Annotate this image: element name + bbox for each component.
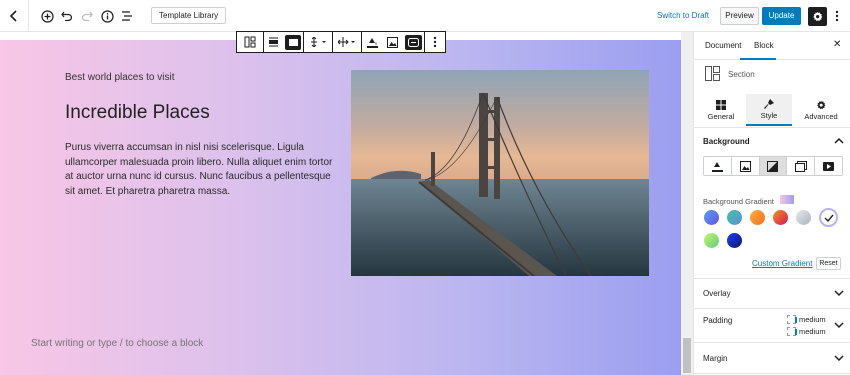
section-paragraph[interactable]: Purus viverra accumsan in nisl nisi scel… xyxy=(65,141,340,199)
margin-panel-title[interactable]: Margin xyxy=(703,354,727,363)
section-block-icon xyxy=(705,66,720,81)
switch-to-draft-link[interactable]: Switch to Draft xyxy=(657,11,709,20)
reset-button[interactable]: Reset xyxy=(816,257,841,270)
preview-button[interactable]: Preview xyxy=(720,7,759,25)
gear-icon xyxy=(813,11,823,22)
gradient-swatch-green[interactable] xyxy=(704,233,719,248)
gradient-swatch-silver[interactable] xyxy=(796,210,811,225)
block-more-options-icon[interactable] xyxy=(425,32,445,52)
vertical-align-icon[interactable] xyxy=(304,32,332,52)
divider xyxy=(694,308,850,309)
close-icon[interactable]: ✕ xyxy=(833,39,841,50)
general-icon xyxy=(716,99,726,110)
padding-panel-title[interactable]: Padding xyxy=(703,316,732,325)
subtab-advanced-label: Advanced xyxy=(804,111,838,121)
background-video-icon[interactable] xyxy=(815,157,842,175)
back-chevron-icon[interactable] xyxy=(4,6,24,26)
padding-top-label: medium xyxy=(799,315,826,324)
sidebar-tabs: Document Block ✕ xyxy=(694,32,850,60)
canvas-scrollbar[interactable] xyxy=(681,32,693,375)
tab-document[interactable]: Document xyxy=(705,41,741,50)
background-parallax-icon[interactable] xyxy=(787,157,816,175)
chevron-down-icon[interactable] xyxy=(834,288,844,298)
template-library-button[interactable]: Template Library xyxy=(151,7,227,24)
padding-top-icon xyxy=(787,315,797,324)
undo-icon[interactable] xyxy=(57,6,77,26)
settings-gear-button[interactable] xyxy=(808,7,827,26)
list-view-icon[interactable] xyxy=(117,6,137,26)
checkmark-icon xyxy=(824,214,834,222)
padding-bottom-icon xyxy=(787,327,797,336)
block-card-name: Section xyxy=(728,70,755,79)
gear-icon xyxy=(817,100,826,109)
chevron-down-icon[interactable] xyxy=(834,320,844,330)
gradient-swatch-red[interactable] xyxy=(773,210,788,225)
block-placeholder[interactable]: Start writing or type / to choose a bloc… xyxy=(31,338,203,349)
brush-icon xyxy=(764,98,774,109)
scrollbar-thumb[interactable] xyxy=(683,338,691,373)
tab-block[interactable]: Block xyxy=(754,41,774,50)
style-subtabs: General Style Advanced xyxy=(694,90,850,128)
subtab-style[interactable]: Style xyxy=(746,94,792,126)
background-image-icon[interactable] xyxy=(732,157,760,175)
background-gradient-label: Background Gradient xyxy=(703,197,774,206)
gradient-swatch-teal[interactable] xyxy=(727,210,742,225)
more-options-icon[interactable] xyxy=(831,8,843,24)
background-color-icon[interactable] xyxy=(704,157,732,175)
update-button[interactable]: Update xyxy=(762,7,801,25)
chevron-down-icon[interactable] xyxy=(834,353,844,363)
settings-sidebar: Document Block ✕ Section General Style A… xyxy=(693,32,850,375)
gradient-preview xyxy=(780,195,794,204)
background-color-icon[interactable] xyxy=(362,32,383,52)
padding-bottom-value: medium xyxy=(787,327,826,336)
padding-top-value: medium xyxy=(787,315,826,324)
info-icon[interactable] xyxy=(97,6,117,26)
section-subtitle[interactable]: Best world places to visit xyxy=(65,72,175,83)
add-block-icon[interactable] xyxy=(37,6,57,26)
horizontal-align-icon[interactable] xyxy=(333,32,361,52)
subtab-style-label: Style xyxy=(760,110,778,120)
custom-gradient-link[interactable]: Custom Gradient xyxy=(752,259,812,268)
padding-bottom-label: medium xyxy=(799,327,826,336)
chevron-up-icon[interactable] xyxy=(834,136,844,146)
gradient-swatch-navy[interactable] xyxy=(727,233,742,248)
divider xyxy=(28,0,29,32)
gradient-swatch-selected[interactable] xyxy=(819,208,838,227)
section-heading[interactable]: Incredible Places xyxy=(65,102,210,124)
editor-top-bar: Template Library Switch to Draft Preview… xyxy=(0,0,850,32)
subtab-advanced[interactable]: Advanced xyxy=(798,94,844,126)
fullscreen-toggle-icon[interactable] xyxy=(403,32,424,52)
background-gradient-icon[interactable] xyxy=(759,157,788,175)
background-image-icon[interactable] xyxy=(383,32,404,52)
divider xyxy=(694,342,850,343)
section-layout-icon[interactable] xyxy=(237,32,263,52)
align-wide-icon[interactable] xyxy=(264,32,284,52)
block-toolbar xyxy=(236,31,446,53)
align-full-icon[interactable] xyxy=(284,32,304,52)
subtab-general[interactable]: General xyxy=(698,94,744,126)
gradient-swatch-blue-purple[interactable] xyxy=(704,210,719,225)
divider xyxy=(694,278,850,279)
subtab-general-label: General xyxy=(707,111,735,121)
divider xyxy=(694,373,850,374)
overlay-panel-title[interactable]: Overlay xyxy=(703,289,731,298)
active-tab-indicator xyxy=(740,58,776,60)
background-type-selector xyxy=(703,156,843,176)
background-panel-title[interactable]: Background xyxy=(703,137,750,146)
bridge-image[interactable] xyxy=(351,70,649,276)
gradient-swatch-orange[interactable] xyxy=(750,210,765,225)
redo-icon[interactable] xyxy=(77,6,97,26)
